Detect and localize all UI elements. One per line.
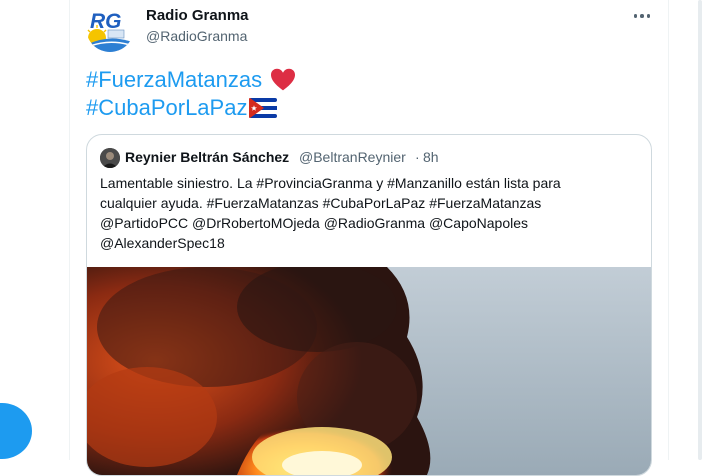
separator-dot: · — [415, 149, 420, 165]
scrollbar[interactable] — [698, 0, 702, 460]
radio-granma-logo-icon: RG — [86, 4, 134, 52]
more-options-button[interactable] — [628, 6, 656, 26]
quoted-tweet[interactable]: Reynier Beltrán Sánchez @BeltranReynier … — [86, 134, 652, 476]
quoted-text-line: Lamentable siniestro. La #ProvinciaGranm… — [100, 175, 561, 191]
svg-text:RG: RG — [90, 10, 122, 33]
quoted-text-line: cualquier ayuda. #FuerzaMatanzas #CubaPo… — [100, 195, 542, 211]
more-dot-icon — [646, 14, 651, 18]
quoted-author-handle[interactable]: @BeltranReynier — [299, 149, 406, 165]
quoted-text: Lamentable siniestro. La #ProvinciaGranm… — [100, 173, 640, 253]
quoted-timestamp[interactable]: 8h — [423, 149, 439, 165]
timeline-left-border — [69, 0, 70, 460]
compose-tweet-button[interactable] — [0, 403, 32, 459]
quoted-author-name[interactable]: Reynier Beltrán Sánchez — [125, 149, 289, 165]
author-handle[interactable]: @RadioGranma — [146, 28, 247, 44]
hashtag-link[interactable]: #CubaPorLaPaz — [86, 94, 247, 122]
cuba-flag-icon — [249, 98, 278, 118]
more-dot-icon — [633, 14, 638, 18]
quoted-text-line: @AlexanderSpec18 — [100, 235, 225, 251]
red-heart-icon — [271, 68, 296, 91]
person-photo-icon — [100, 148, 120, 168]
more-dot-icon — [640, 14, 644, 18]
author-name[interactable]: Radio Granma — [146, 7, 249, 24]
avatar[interactable]: RG — [86, 4, 134, 52]
quoted-avatar[interactable] — [100, 148, 120, 168]
quoted-text-line: @PartidoPCC @DrRobertoMOjeda @RadioGranm… — [100, 215, 529, 231]
fire-photo-image[interactable] — [87, 267, 651, 475]
hashtag-link[interactable]: #FuerzaMatanzas — [86, 66, 262, 94]
tweet-text: #FuerzaMatanzas #CubaPorLaPaz — [86, 66, 296, 122]
